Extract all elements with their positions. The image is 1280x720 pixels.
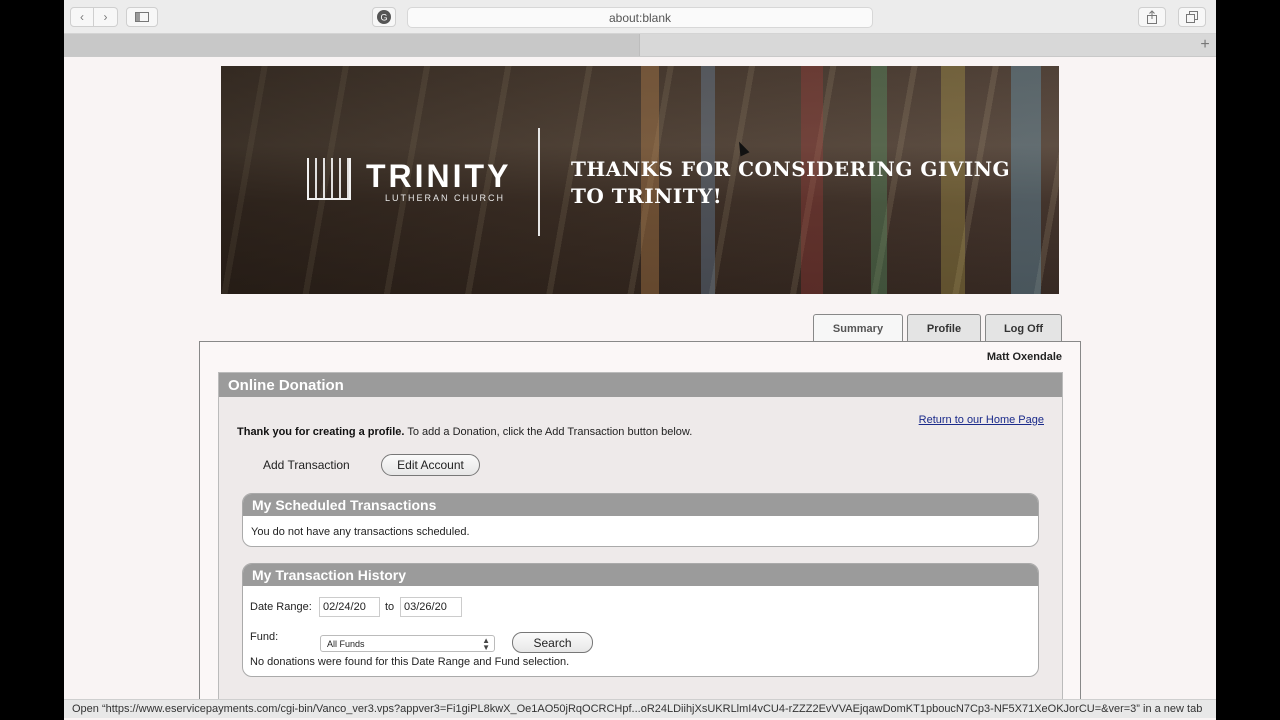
church-name: TRINITY [366, 158, 512, 194]
nav-buttons: ‹ › [70, 7, 118, 27]
intro-rest: To add a Donation, click the Add Transac… [404, 426, 693, 438]
from-date-input[interactable]: 02/24/20 [319, 597, 380, 617]
tabs-icon [1186, 11, 1198, 23]
banner-divider [538, 128, 540, 236]
scheduled-title: My Scheduled Transactions [243, 494, 1038, 516]
content-box: Matt Oxendale Online Donation Return to … [199, 341, 1081, 712]
to-date-input[interactable]: 03/26/20 [400, 597, 462, 617]
add-transaction-button[interactable]: Add Transaction [263, 458, 350, 472]
share-button[interactable] [1138, 7, 1166, 27]
sidebar-toggle-button[interactable] [126, 7, 158, 27]
browser-tab-active[interactable] [64, 34, 640, 56]
tab-profile[interactable]: Profile [907, 314, 981, 342]
home-page-link[interactable]: Return to our Home Page [919, 414, 1044, 426]
church-subtitle: LUTHERAN CHURCH [385, 193, 506, 203]
panel-title: Online Donation [219, 373, 1062, 397]
forward-button[interactable]: › [94, 7, 118, 27]
share-icon [1147, 10, 1157, 24]
scheduled-transactions-panel: My Scheduled Transactions You do not hav… [242, 493, 1039, 547]
tab-summary[interactable]: Summary [813, 314, 903, 343]
transaction-history-panel: My Transaction History Date Range: 02/24… [242, 563, 1039, 677]
to-label: to [385, 601, 395, 613]
svg-text:G: G [380, 13, 387, 23]
scheduled-message: You do not have any transactions schedul… [251, 526, 470, 538]
back-button[interactable]: ‹ [70, 7, 94, 27]
chevron-right-icon: › [103, 10, 108, 24]
sidebar-icon [135, 12, 149, 22]
select-arrows-icon: ▲ ▼ [482, 636, 490, 652]
search-button[interactable]: Search [512, 632, 593, 653]
address-bar[interactable]: about:blank [407, 7, 873, 28]
plus-icon: + [1200, 36, 1210, 53]
user-name: Matt Oxendale [986, 351, 1062, 363]
tab-log-off[interactable]: Log Off [985, 314, 1062, 342]
fund-select[interactable]: All Funds ▲ ▼ [320, 635, 495, 652]
banner-tagline: THANKS FOR CONSIDERING GIVING TO TRINITY… [571, 157, 1011, 208]
edit-account-button[interactable]: Edit Account [381, 454, 480, 476]
fund-label: Fund: [250, 631, 279, 643]
chevron-left-icon: ‹ [80, 10, 84, 24]
fund-selected-value: All Funds [327, 638, 365, 649]
online-donation-panel: Online Donation Return to our Home Page … [218, 372, 1063, 712]
browser-window: ‹ › G about:blank + TRINITY LUTHERAN CHU… [64, 0, 1216, 720]
intro-bold: Thank you for creating a profile. [237, 426, 405, 438]
trinity-logo-icon [307, 158, 351, 200]
church-banner: TRINITY LUTHERAN CHURCH THANKS FOR CONSI… [221, 66, 1059, 294]
history-title: My Transaction History [243, 564, 1038, 586]
status-bar: Open “https://www.eservicepayments.com/c… [64, 699, 1216, 718]
tab-overview-button[interactable] [1178, 7, 1206, 27]
browser-toolbar: ‹ › G about:blank [64, 0, 1216, 34]
grammarly-icon: G [377, 10, 391, 24]
browser-tab[interactable] [641, 34, 1191, 56]
grammarly-button[interactable]: G [372, 7, 396, 27]
browser-tab-bar: + [64, 34, 1216, 57]
stained-glass-decoration [1011, 66, 1041, 294]
history-message: No donations were found for this Date Ra… [250, 656, 570, 668]
intro-text: Thank you for creating a profile. To add… [237, 426, 692, 438]
new-tab-button[interactable]: + [1194, 34, 1216, 56]
date-range-label: Date Range: [250, 601, 312, 613]
